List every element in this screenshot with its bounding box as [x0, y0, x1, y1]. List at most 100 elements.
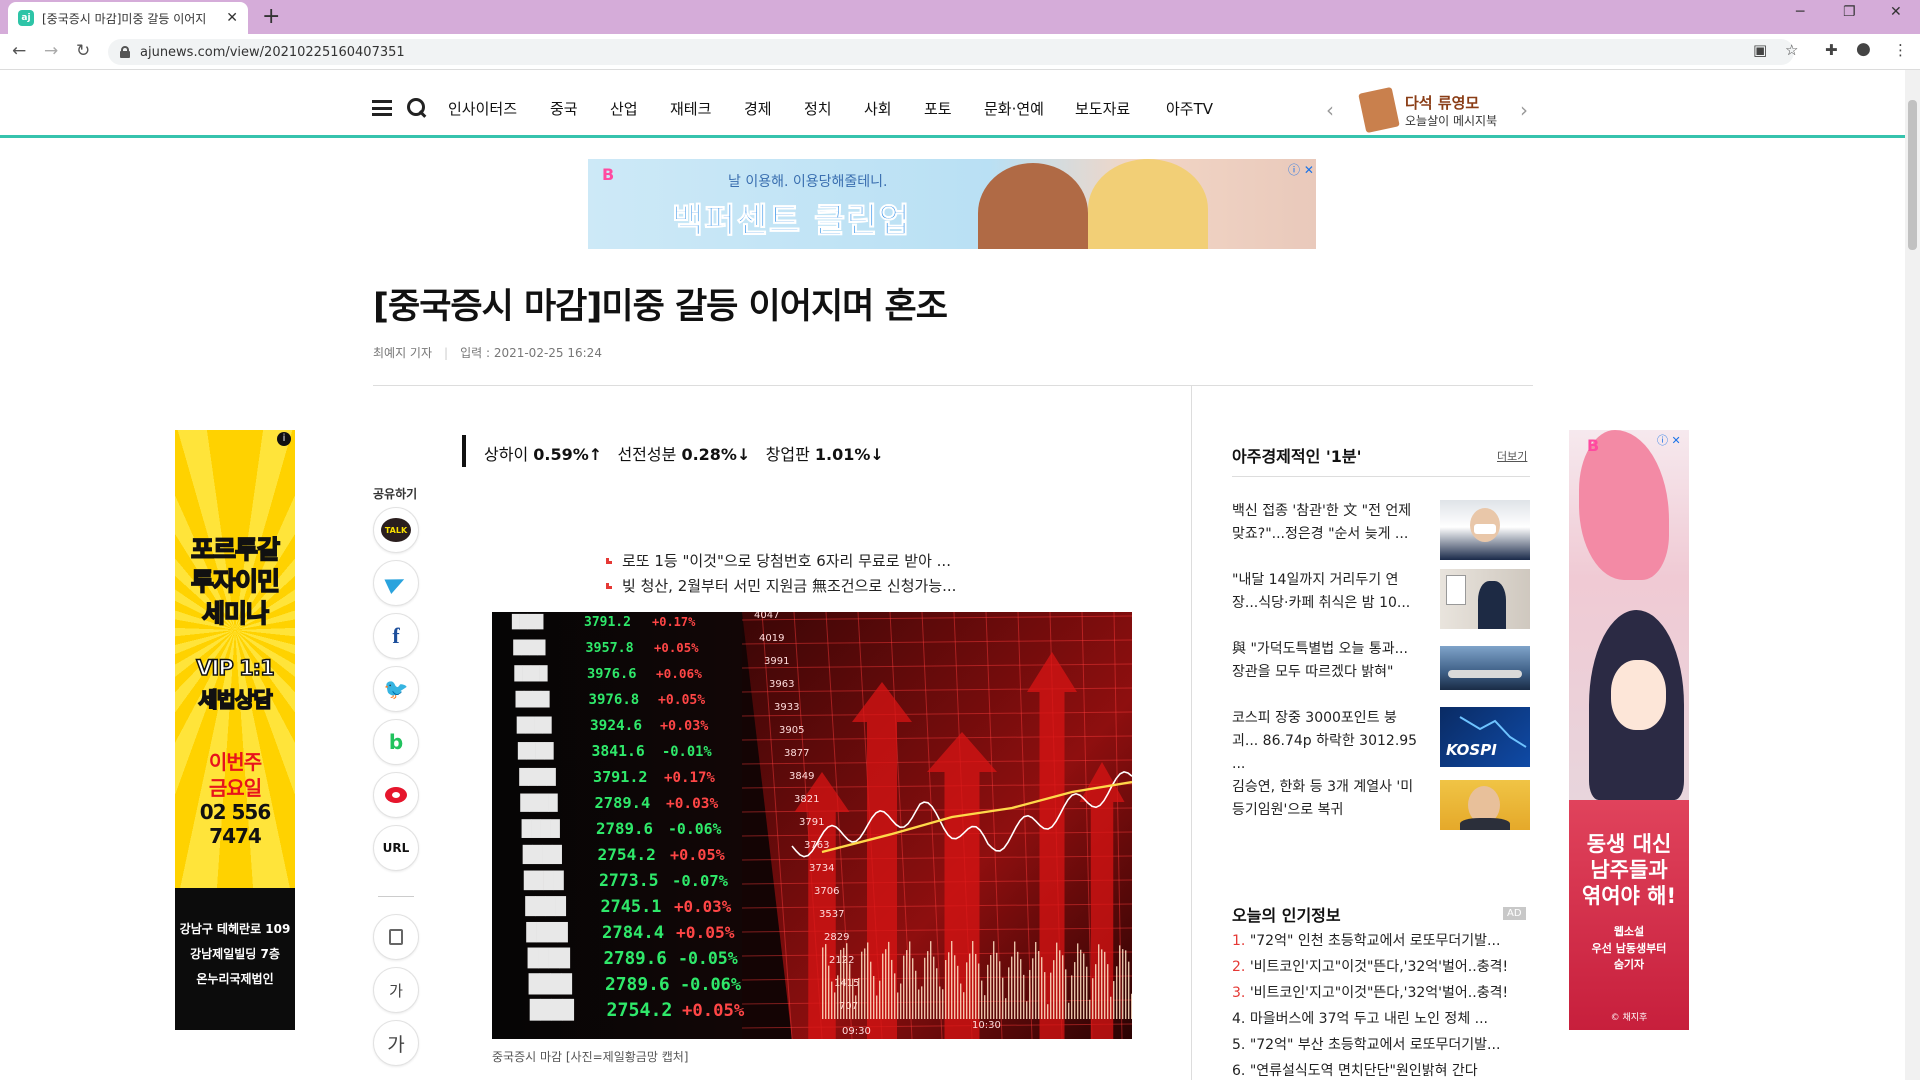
news-thumbnail[interactable]: [1440, 569, 1530, 629]
news-list-item[interactable]: 백신 접종 '참관'한 文 "전 언제 맞죠?"...정은경 "순서 늦게 ..…: [1232, 500, 1530, 562]
popular-item[interactable]: 2. '비트코인'지고"이것"뜬다,'32억'벌어..충격!: [1232, 956, 1532, 976]
news-headline[interactable]: 與 "가덕도특별법 오늘 통과... 장관을 모두 따르겠다 밝혀": [1232, 638, 1422, 684]
nav-item[interactable]: 경제: [744, 98, 772, 119]
facebook-share-button[interactable]: f: [373, 613, 419, 659]
popular-item[interactable]: 6. "연류설식도역 면치단단"원인밝혀 간다: [1232, 1060, 1532, 1080]
weibo-share-button[interactable]: [373, 772, 419, 818]
news-list-item[interactable]: 김승연, 한화 등 3개 계열사 '미등기임원'으로 복귀: [1232, 776, 1530, 838]
browser-tab[interactable]: aj [중국증시 마감]미중 갈등 이어지 ✕: [8, 2, 248, 34]
scrollbar-thumb[interactable]: [1908, 100, 1917, 250]
band-share-button[interactable]: b: [373, 719, 419, 765]
news-thumbnail[interactable]: KOSPI: [1440, 707, 1530, 767]
nav-item[interactable]: 사회: [864, 98, 892, 119]
volume-bar: [1089, 999, 1091, 1019]
ad-address-line: 강남제일빌딩 7층: [190, 947, 280, 961]
volume-bar: [984, 995, 986, 1019]
close-tab-icon[interactable]: ✕: [226, 10, 238, 26]
news-thumbnail[interactable]: [1440, 780, 1530, 830]
ad-choices-icon[interactable]: ⓘ ✕: [1288, 161, 1314, 178]
axis-label: 3706: [814, 886, 839, 897]
promo-title[interactable]: 다석 류영모: [1405, 92, 1479, 113]
maximize-icon[interactable]: ❐: [1843, 4, 1856, 20]
ticker-value: ████: [519, 793, 558, 812]
telegram-share-button[interactable]: [373, 560, 419, 606]
kakaotalk-share-button[interactable]: TALK: [373, 507, 419, 553]
news-headline[interactable]: 코스피 장중 3000포인트 붕괴... 86.74p 하락한 3012.95 …: [1232, 707, 1422, 776]
column-divider: [1191, 386, 1192, 1080]
left-side-ad[interactable]: i 포르투갈 투자이민 세미나 VIP 1:1 세법상담 이번주 금요일 02 …: [175, 430, 295, 1030]
axis-label: 3791: [799, 817, 824, 828]
more-link[interactable]: 더보기: [1497, 448, 1527, 464]
chrome-menu-icon[interactable]: ⋮: [1893, 41, 1908, 59]
nav-item[interactable]: 산업: [610, 98, 638, 119]
search-icon[interactable]: [407, 98, 427, 118]
volume-bar: [840, 949, 842, 1019]
promo-subtitle[interactable]: 오늘살이 메시지북: [1405, 112, 1497, 129]
volume-bar: [930, 941, 932, 1019]
new-tab-button[interactable]: +: [262, 4, 280, 30]
rank-number: 1.: [1232, 933, 1246, 949]
volume-bar: [903, 955, 905, 1019]
ad-info-icon[interactable]: i: [277, 432, 291, 446]
profile-avatar-icon[interactable]: ●: [1856, 39, 1871, 59]
news-headline[interactable]: "내달 14일까지 거리두기 연장...식당·카페 취식은 밤 10...: [1232, 569, 1422, 615]
right-side-ad[interactable]: B ⓘ ✕ 동생 대신 남주들과 엮여야 해! 웹소설 우선 남동생부터 숨기자…: [1569, 430, 1689, 1030]
news-thumbnail[interactable]: [1440, 646, 1530, 690]
twitter-share-button[interactable]: 🐦: [373, 666, 419, 712]
related-link[interactable]: 로또 1등 "이것"으로 당첨번호 6자리 무료로 받아 ...: [606, 550, 951, 571]
nav-item[interactable]: 인사이터즈: [448, 98, 517, 119]
extensions-icon[interactable]: ✚: [1825, 41, 1838, 59]
volume-bar: [957, 965, 959, 1019]
banner-character-illustration: [978, 163, 1088, 249]
summary-value: 0.59%↑: [533, 445, 603, 464]
ad-choices-icon[interactable]: ⓘ ✕: [1657, 432, 1681, 448]
volume-bar: [828, 965, 830, 1019]
url-field[interactable]: ajunews.com/view/20210225160407351: [108, 39, 1794, 65]
print-button[interactable]: [373, 914, 419, 960]
related-link[interactable]: 빚 청산, 2월부터 서민 지원금 無조건으로 신청가능...: [606, 575, 956, 596]
cast-icon[interactable]: ▣: [1753, 41, 1767, 59]
popular-item[interactable]: 4. 마을버스에 37억 두고 내린 노인 정체 ...: [1232, 1008, 1532, 1028]
window-close-icon[interactable]: ✕: [1890, 4, 1902, 20]
news-list-item[interactable]: "내달 14일까지 거리두기 연장...식당·카페 취식은 밤 10...: [1232, 569, 1530, 631]
nav-item[interactable]: 보도자료: [1075, 98, 1130, 119]
promo-book-image[interactable]: [1358, 86, 1400, 134]
copy-url-button[interactable]: URL: [373, 825, 419, 871]
news-headline[interactable]: 김승연, 한화 등 3개 계열사 '미등기임원'으로 복귀: [1232, 776, 1422, 822]
font-size-increase-button[interactable]: 가: [373, 1020, 419, 1066]
bookmark-star-icon[interactable]: ☆: [1785, 41, 1798, 59]
promo-next-icon[interactable]: ›: [1520, 98, 1528, 122]
ad-line: VIP 1:1: [196, 655, 276, 681]
reload-icon[interactable]: ↻: [76, 41, 90, 61]
article-byline: 최예지 기자 | 입력 : 2021-02-25 16:24: [373, 344, 602, 361]
top-banner-ad[interactable]: B 날 이용해. 이용당해줄테니. 백퍼센트 클린업 ⓘ ✕: [588, 159, 1316, 249]
volume-bar: [1056, 942, 1058, 1019]
ticker-change: +0.05%: [658, 693, 705, 708]
news-list-item[interactable]: 與 "가덕도특별법 오늘 통과... 장관을 모두 따르겠다 밝혀": [1232, 638, 1530, 700]
back-arrow-icon[interactable]: ←: [12, 41, 26, 61]
volume-bar: [1023, 974, 1025, 1019]
page-scrollbar[interactable]: [1905, 70, 1920, 1080]
news-list-item[interactable]: 코스피 장중 3000포인트 붕괴... 86.74p 하락한 3012.95 …: [1232, 707, 1530, 772]
url-text: ajunews.com/view/20210225160407351: [140, 44, 405, 60]
hamburger-menu-icon[interactable]: [372, 100, 392, 116]
forward-arrow-icon[interactable]: →: [44, 41, 58, 61]
news-headline[interactable]: 백신 접종 '참관'한 文 "전 언제 맞죠?"...정은경 "순서 늦게 ..…: [1232, 500, 1422, 546]
nav-item[interactable]: 재테크: [670, 98, 711, 119]
volume-bar: [1050, 972, 1052, 1019]
minimize-icon[interactable]: ─: [1796, 4, 1804, 20]
popular-item[interactable]: 1. "72억" 인천 초등학교에서 로또무더기발...: [1232, 930, 1532, 950]
volume-bar: [1095, 964, 1097, 1019]
font-size-decrease-button[interactable]: 가: [373, 967, 419, 1013]
nav-item[interactable]: 포토: [924, 98, 952, 119]
nav-item[interactable]: 중국: [550, 98, 578, 119]
popular-item[interactable]: 3. '비트코인'지고"이것"뜬다,'32억'벌어..충격!: [1232, 982, 1532, 1002]
promo-prev-icon[interactable]: ‹: [1326, 98, 1334, 122]
volume-bar: [1041, 957, 1043, 1019]
nav-item[interactable]: 문화·연예: [984, 98, 1044, 119]
nav-item[interactable]: 아주TV: [1166, 98, 1213, 119]
ad-text-panel: 동생 대신 남주들과 엮여야 해! 웹소설 우선 남동생부터 숨기자 © 채지후: [1569, 800, 1689, 1030]
nav-item[interactable]: 정치: [804, 98, 832, 119]
popular-item[interactable]: 5. "72억" 부산 초등학교에서 로또무더기발...: [1232, 1034, 1532, 1054]
news-thumbnail[interactable]: [1440, 500, 1530, 560]
